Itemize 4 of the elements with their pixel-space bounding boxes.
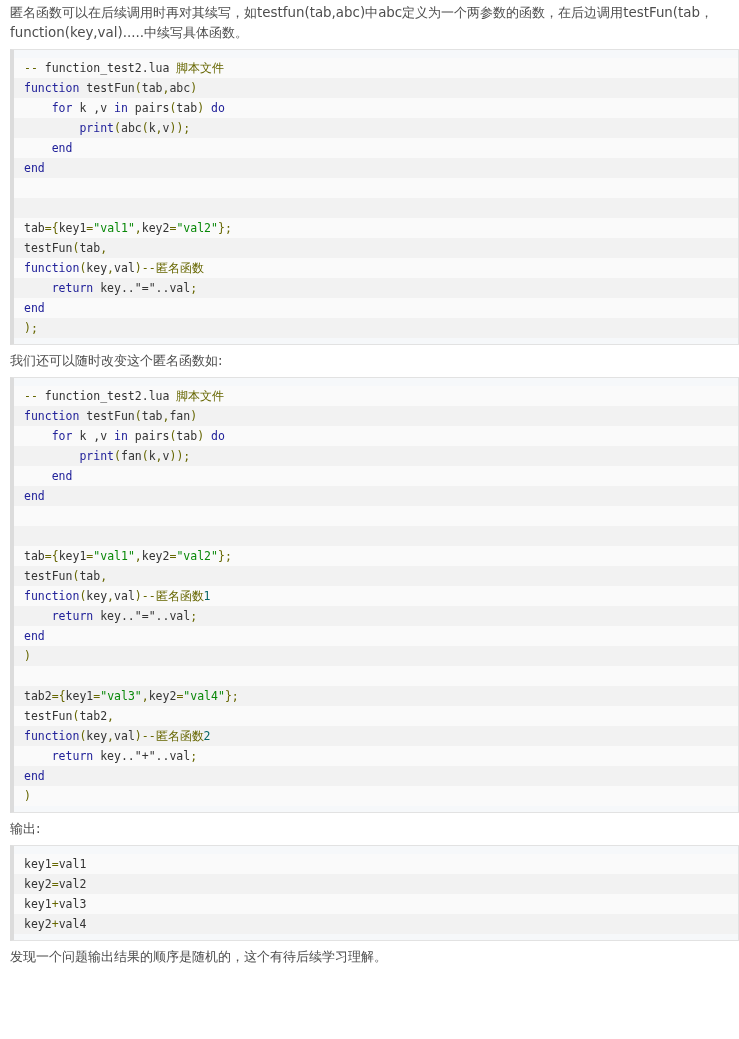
- paragraph: 匿名函数可以在后续调用时再对其续写，如testfun(tab,abc)中abc定义为一个两参数的函数，在后边调用testFun(tab，function(key,val).....中续写具体函数。: [10, 4, 715, 42]
- paragraph: 输出:: [10, 820, 42, 838]
- paragraph: 我们还可以随时改变这个匿名函数如:: [10, 352, 224, 370]
- paragraph: 发现一个问题输出结果的顺序是随机的，这个有待后续学习理解。: [10, 948, 388, 966]
